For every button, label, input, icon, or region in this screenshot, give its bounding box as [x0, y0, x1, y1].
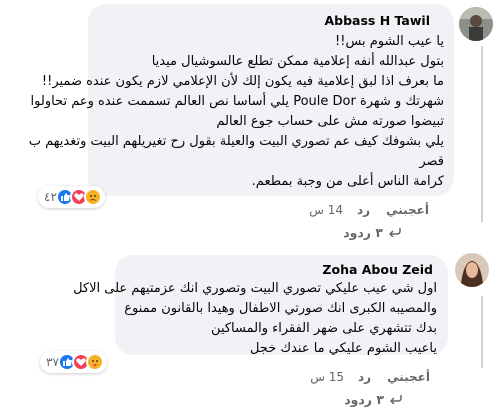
comment-line: ما بعرف اذا لبق إعلامية فيه يكون إلك لأن…	[41, 74, 444, 89]
comment-author[interactable]: Abbass H Tawil	[324, 13, 430, 28]
comment-line: ياعيب الشوم عليكي ما عندك خجل	[249, 341, 437, 356]
view-replies-button[interactable]: ٣ ردود	[344, 392, 402, 407]
reaction-count: ٤٢	[44, 190, 57, 204]
sad-icon	[83, 188, 102, 206]
comment-text: اول شي عيب عليكي تصوري البيت وتصوري انك …	[73, 279, 437, 359]
reply-arrow-icon	[388, 225, 401, 240]
comment-line: قصر	[419, 154, 444, 169]
avatar[interactable]	[455, 253, 489, 287]
reaction-summary[interactable]: ٤٢	[38, 186, 105, 208]
replies-count: ٣ ردود	[343, 225, 383, 240]
comment-line: اول شي عيب عليكي تصوري البيت وتصوري انك …	[73, 281, 437, 296]
view-replies-button[interactable]: ٣ ردود	[343, 225, 401, 240]
comment-actions: أعجبني رد 14 س	[309, 203, 429, 217]
reaction-summary[interactable]: ٣٧	[40, 351, 107, 373]
comment-line: يا عيب الشوم بس!!	[335, 34, 444, 49]
comment-line: شهرتك و شهرة Poule Dor يلي أساسا نص العا…	[30, 94, 444, 109]
avatar[interactable]	[459, 7, 493, 41]
reply-button[interactable]: رد	[357, 203, 370, 217]
comment-line: والمصيبه الكبرى انك صورتي الاطفال وهيدا …	[124, 301, 437, 316]
timestamp[interactable]: 14 س	[309, 203, 343, 217]
reaction-count: ٣٧	[46, 355, 59, 369]
timestamp[interactable]: 15 س	[310, 370, 344, 384]
comment-line: تبيضوا صورته مش على حساب جوع العالم	[216, 114, 444, 129]
replies-count: ٣ ردود	[344, 392, 384, 407]
comment-author[interactable]: Zoha Abou Zeid	[322, 262, 433, 277]
like-button[interactable]: أعجبني	[386, 203, 429, 217]
comment: Zoha Abou Zeid اول شي عيب عليكي تصوري ال…	[0, 250, 499, 410]
like-button[interactable]: أعجبني	[387, 370, 430, 384]
reply-arrow-icon	[389, 392, 402, 407]
reply-button[interactable]: رد	[358, 370, 371, 384]
comment: Abbass H Tawil يا عيب الشوم بس!! بتول عب…	[0, 0, 499, 245]
care-icon	[85, 353, 104, 371]
comment-line: بدك تتشهري على ضهر الفقراء والمساكين	[211, 321, 437, 336]
comment-actions: أعجبني رد 15 س	[310, 370, 430, 384]
comment-line: بتول عبدالله أنفه إعلامية ممكن تطلع عالس…	[151, 54, 444, 69]
comment-line: يلي بشوفك كيف عم تصوري البيت والعيلة بقو…	[28, 134, 444, 149]
comment-text: يا عيب الشوم بس!! بتول عبدالله أنفه إعلا…	[29, 32, 444, 192]
comment-bubble: Abbass H Tawil يا عيب الشوم بس!! بتول عب…	[29, 4, 454, 196]
comment-bubble: Zoha Abou Zeid اول شي عيب عليكي تصوري ال…	[73, 255, 448, 356]
